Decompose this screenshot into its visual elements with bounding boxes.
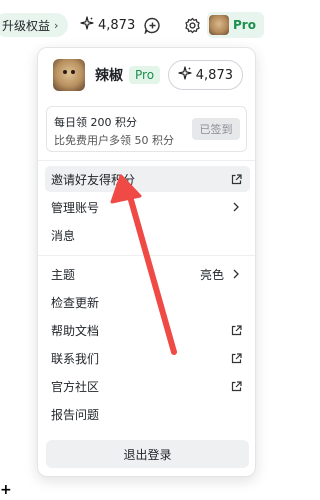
menu-item-label: 报告问题 xyxy=(51,407,100,422)
account-dropdown: 辣椒 Pro 4,873 每日领 200 积分 比免费用户多领 50 积分 已签… xyxy=(37,47,256,477)
logout-button[interactable]: 退出登录 xyxy=(46,440,249,468)
external-link-icon xyxy=(230,173,242,185)
external-link-icon xyxy=(230,324,242,336)
menu-item-label: 联系我们 xyxy=(51,351,100,366)
sparkle-icon xyxy=(178,66,192,84)
sparkle-icon xyxy=(80,16,94,34)
upgrade-label: 升级权益 xyxy=(2,18,51,33)
credits-counter[interactable]: 4,873 xyxy=(80,13,135,37)
divider xyxy=(38,255,255,256)
menu-item-community[interactable]: 官方社区 xyxy=(45,373,250,399)
chevron-right-icon: › xyxy=(54,18,59,32)
account-menu-button[interactable]: Pro xyxy=(207,12,264,38)
menu-item-label: 帮助文档 xyxy=(51,323,100,338)
credits-button[interactable]: 4,873 xyxy=(167,60,243,90)
menu-item-messages[interactable]: 消息 xyxy=(45,222,250,248)
avatar xyxy=(53,59,85,91)
credits-value: 4,873 xyxy=(195,67,233,83)
chat-plus-icon[interactable] xyxy=(142,15,162,35)
menu-item-manage-account[interactable]: 管理账号 xyxy=(45,194,250,220)
credits-value: 4,873 xyxy=(98,17,136,33)
checkin-title: 每日领 200 积分 xyxy=(54,116,137,129)
menu-item-theme[interactable]: 主题 亮色 xyxy=(45,261,250,287)
menu-item-label: 管理账号 xyxy=(51,200,100,215)
avatar xyxy=(209,15,229,35)
menu-item-label: 检查更新 xyxy=(51,295,100,310)
username: 辣椒 xyxy=(95,68,123,84)
menu-item-label: 官方社区 xyxy=(51,379,100,394)
menu-item-invite[interactable]: 邀请好友得积分 xyxy=(45,166,250,192)
external-link-icon xyxy=(230,380,242,392)
profile-header: 辣椒 Pro 4,873 xyxy=(53,58,243,92)
checked-in-button[interactable]: 已签到 xyxy=(192,118,240,140)
cursor-icon: + xyxy=(0,482,12,498)
menu-item-report-issue[interactable]: 报告问题 xyxy=(45,401,250,427)
top-bar: 升级权益 › 4,873 Pro xyxy=(0,0,264,50)
theme-value: 亮色 xyxy=(199,267,224,282)
daily-checkin-card: 每日领 200 积分 比免费用户多领 50 积分 已签到 xyxy=(46,106,247,152)
menu-item-contact-us[interactable]: 联系我们 xyxy=(45,345,250,371)
menu-item-check-updates[interactable]: 检查更新 xyxy=(45,289,250,315)
chevron-right-icon xyxy=(230,268,242,280)
pro-badge: Pro xyxy=(129,66,161,84)
gear-icon[interactable] xyxy=(182,15,202,35)
menu-item-help-docs[interactable]: 帮助文档 xyxy=(45,317,250,343)
pro-label: Pro xyxy=(233,18,256,32)
menu-item-label: 消息 xyxy=(51,228,76,243)
menu-item-label: 邀请好友得积分 xyxy=(51,172,136,187)
chevron-right-icon xyxy=(230,201,242,213)
menu-item-label: 主题 xyxy=(51,267,76,282)
external-link-icon xyxy=(230,352,242,364)
upgrade-button[interactable]: 升级权益 › xyxy=(0,13,69,37)
checkin-subtitle: 比免费用户多领 50 积分 xyxy=(54,134,174,147)
divider xyxy=(38,160,255,161)
